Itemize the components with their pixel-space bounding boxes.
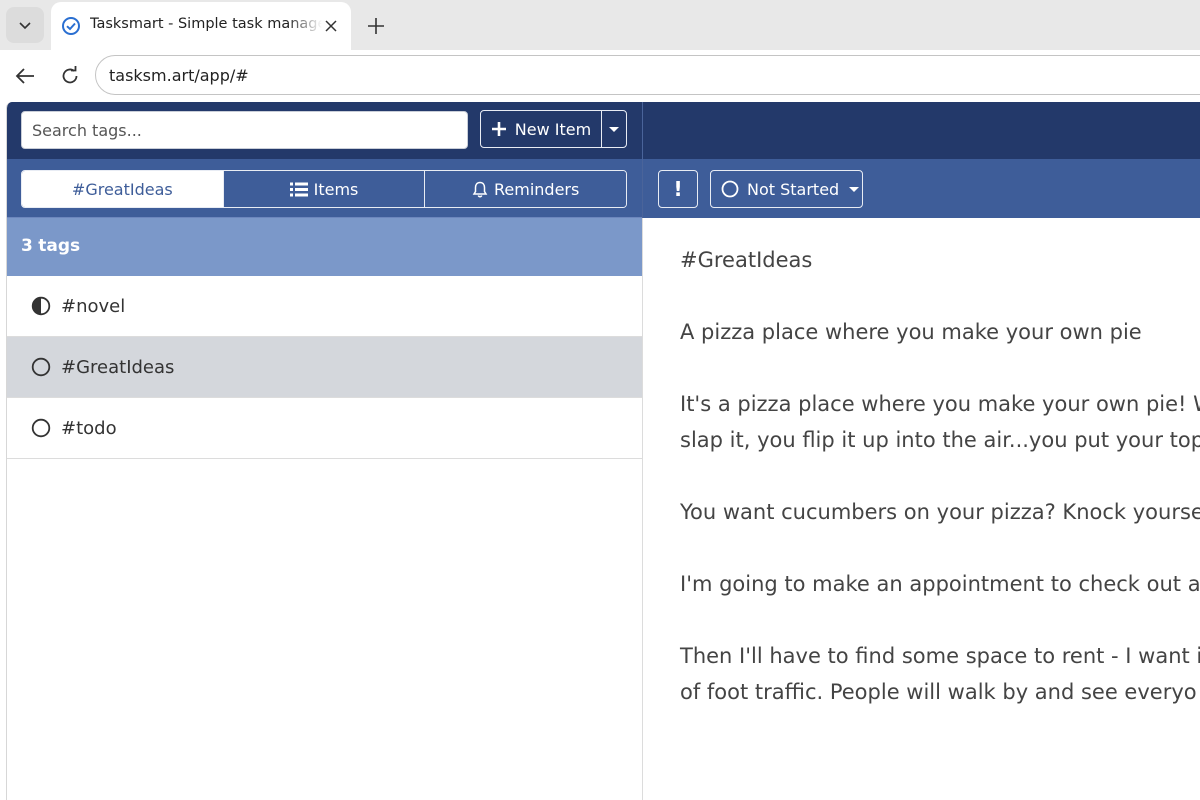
- tab-label: Items: [313, 179, 359, 199]
- search-tags-input[interactable]: [21, 111, 468, 149]
- chevron-down-icon: [19, 22, 31, 30]
- browser-toolbar: tasksm.art/app/#: [0, 50, 1200, 102]
- address-bar[interactable]: tasksm.art/app/#: [95, 55, 1200, 95]
- plus-icon: [491, 122, 506, 136]
- tag-label: #todo: [61, 417, 117, 439]
- note-line: slap it, you flip it up into the air...y…: [680, 428, 1200, 452]
- browser-tab[interactable]: Tasksmart - Simple task management: [51, 2, 351, 50]
- note-line: It's a pizza place where you make your o…: [680, 392, 1200, 416]
- address-bar-url: tasksm.art/app/#: [109, 66, 249, 85]
- exclamation-icon: !: [673, 177, 683, 201]
- note-line: of foot traffic. People will walk by and…: [680, 680, 1197, 704]
- note-paragraph: You want cucumbers on your pizza? Knock …: [680, 500, 1200, 524]
- priority-button[interactable]: !: [658, 170, 698, 208]
- list-icon: [289, 182, 308, 196]
- close-icon: [325, 20, 337, 32]
- note-content[interactable]: #GreatIdeas A pizza place where you make…: [680, 242, 1200, 746]
- tab-list-button[interactable]: [6, 7, 44, 43]
- note-line: Then I'll have to find some space to ren…: [680, 644, 1200, 668]
- note-title: #GreatIdeas: [680, 248, 813, 272]
- tag-item-greatideas[interactable]: #GreatIdeas: [7, 337, 643, 398]
- caret-down-icon: [849, 186, 860, 192]
- circle-outline-icon: [31, 418, 51, 438]
- tab-items[interactable]: Items: [223, 171, 426, 207]
- new-item-button[interactable]: New Item: [480, 110, 602, 148]
- tab-title: Tasksmart - Simple task management: [90, 16, 322, 32]
- tab-reminders[interactable]: Reminders: [425, 171, 626, 207]
- tags-count-header: 3 tags: [7, 218, 643, 276]
- tab-label: #GreatIdeas: [71, 179, 173, 199]
- status-label: Not Started: [747, 179, 840, 199]
- circle-outline-icon: [31, 357, 51, 377]
- note-heading: A pizza place where you make your own pi…: [680, 320, 1142, 344]
- plus-icon: [368, 18, 384, 34]
- half-circle-icon: [31, 296, 51, 316]
- bell-icon: [472, 181, 488, 197]
- tag-item-todo[interactable]: #todo: [7, 398, 643, 459]
- caret-down-icon: [609, 126, 619, 132]
- circle-outline-icon: [721, 180, 739, 198]
- tag-list: #novel #GreatIdeas #todo: [7, 276, 643, 459]
- tab-close-button[interactable]: [319, 14, 343, 38]
- left-pane-border: [642, 218, 643, 800]
- tag-item-novel[interactable]: #novel: [7, 276, 643, 337]
- reload-icon: [62, 66, 78, 84]
- browser-tabstrip: Tasksmart - Simple task management: [0, 0, 1200, 50]
- tab-label: Reminders: [494, 179, 580, 199]
- pane-divider: [642, 102, 643, 218]
- view-tabs: #GreatIdeas Items Reminders: [21, 170, 627, 208]
- tag-label: #novel: [61, 295, 126, 317]
- tags-count-label: tags: [38, 236, 81, 256]
- note-paragraph: It's a pizza place where you make your o…: [680, 386, 1200, 458]
- tag-label: #GreatIdeas: [61, 356, 175, 378]
- note-paragraph: Then I'll have to find some space to ren…: [680, 638, 1200, 710]
- new-item-label: New Item: [514, 119, 592, 139]
- reload-button[interactable]: [55, 62, 85, 90]
- tags-count: 3: [21, 236, 33, 256]
- arrow-left-icon: [15, 68, 34, 84]
- app-window: New Item #GreatIdeas Items Re: [6, 102, 1200, 800]
- tab-greatideas[interactable]: #GreatIdeas: [22, 171, 224, 207]
- new-tab-button[interactable]: [362, 12, 390, 40]
- back-button[interactable]: [10, 62, 40, 90]
- note-paragraph: I'm going to make an appointment to chec…: [680, 572, 1200, 596]
- new-item-dropdown-button[interactable]: [601, 110, 627, 148]
- status-dropdown-button[interactable]: Not Started: [710, 170, 863, 208]
- check-circle-icon: [62, 17, 80, 35]
